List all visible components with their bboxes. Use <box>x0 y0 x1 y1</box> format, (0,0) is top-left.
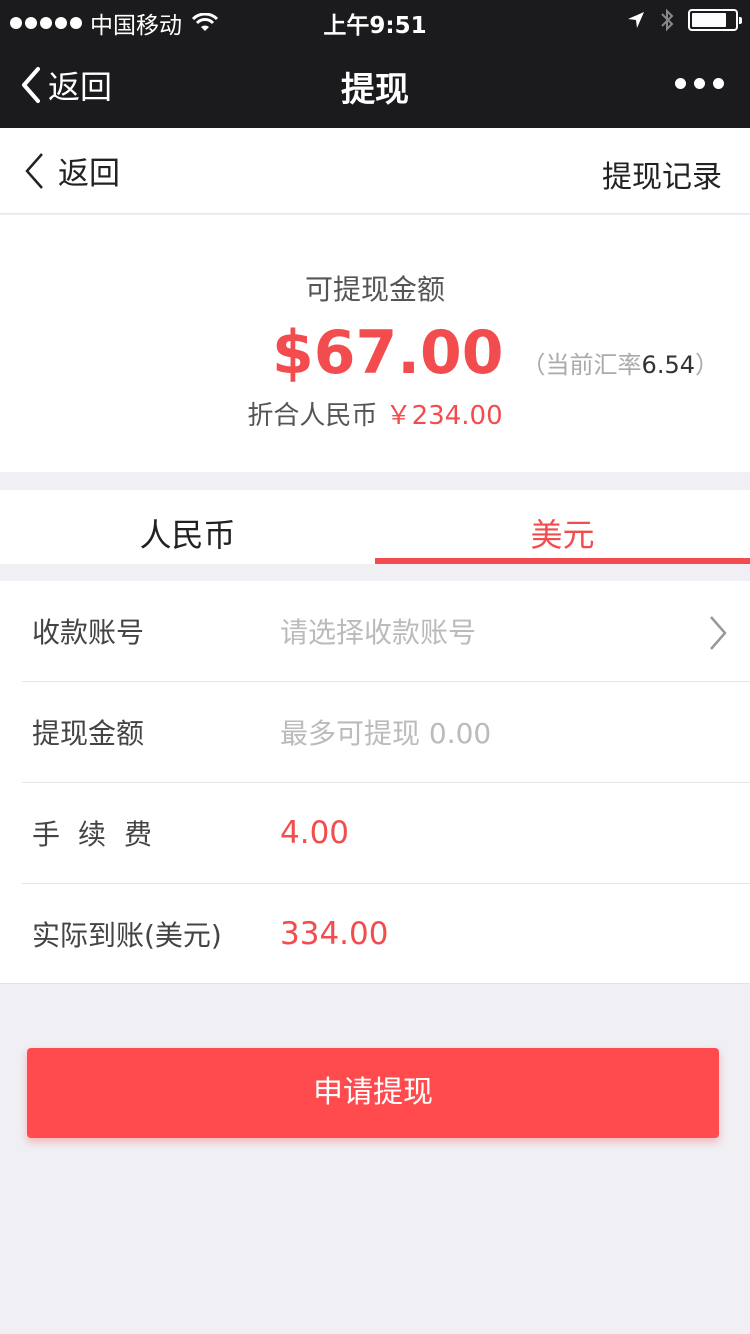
balance-row: $67.00 （当前汇率6.54） <box>272 318 719 388</box>
back-button[interactable]: 返回 <box>24 148 120 193</box>
submit-withdraw-button[interactable]: 申请提现 <box>27 1048 719 1138</box>
page-title: 提现 <box>341 70 409 110</box>
navbar: 返回 提现 <box>0 40 750 128</box>
location-icon <box>628 12 644 28</box>
actual-label: 实际到账(美元) <box>32 919 222 952</box>
more-icon[interactable] <box>675 78 724 89</box>
status-right <box>626 8 742 32</box>
balance-panel: 可提现金额 $67.00 （当前汇率6.54） 折合人民币 ￥234.00 <box>0 215 750 472</box>
amount-row: 提现金额 最多可提现 0.00 <box>22 682 750 783</box>
actual-value: 334.00 <box>280 916 389 952</box>
fee-row: 手续费 4.00 <box>22 783 750 884</box>
chevron-right-icon <box>710 616 727 650</box>
rmb-value: ￥234.00 <box>385 401 503 431</box>
amount-input[interactable]: 最多可提现 0.00 <box>280 712 750 752</box>
chevron-left-icon <box>25 152 43 189</box>
bluetooth-icon <box>661 8 674 32</box>
balance-amount: $67.00 <box>272 318 504 388</box>
status-bar: 中国移动 上午9:51 <box>0 0 750 40</box>
battery-icon <box>688 9 742 31</box>
subheader: 返回 提现记录 <box>0 128 750 214</box>
exchange-rate: （当前汇率6.54） <box>522 345 719 380</box>
account-select[interactable]: 请选择收款账号 <box>280 611 750 651</box>
fee-value: 4.00 <box>280 815 350 851</box>
balance-label: 可提现金额 <box>304 273 445 306</box>
rate-prefix: （当前汇率 <box>521 351 642 379</box>
tab-rmb[interactable]: 人民币 <box>0 490 375 564</box>
rmb-label: 折合人民币 <box>247 401 378 431</box>
withdraw-form: 收款账号 请选择收款账号 提现金额 最多可提现 0.00 手续费 4.00 实际… <box>0 581 750 984</box>
amount-label: 提现金额 <box>32 717 145 750</box>
account-row[interactable]: 收款账号 请选择收款账号 <box>22 581 750 682</box>
withdraw-record-link[interactable]: 提现记录 <box>602 152 722 196</box>
back-label: 返回 <box>58 156 120 192</box>
account-label: 收款账号 <box>32 616 145 649</box>
rate-suffix: ） <box>694 351 719 379</box>
tab-usd[interactable]: 美元 <box>375 490 750 564</box>
currency-tabs: 人民币 美元 <box>0 490 750 564</box>
fee-label: 手续费 <box>32 818 171 851</box>
rate-value: 6.54 <box>641 351 695 379</box>
actual-row: 实际到账(美元) 334.00 <box>22 884 750 984</box>
rmb-equivalent: 折合人民币 ￥234.00 <box>0 395 750 432</box>
